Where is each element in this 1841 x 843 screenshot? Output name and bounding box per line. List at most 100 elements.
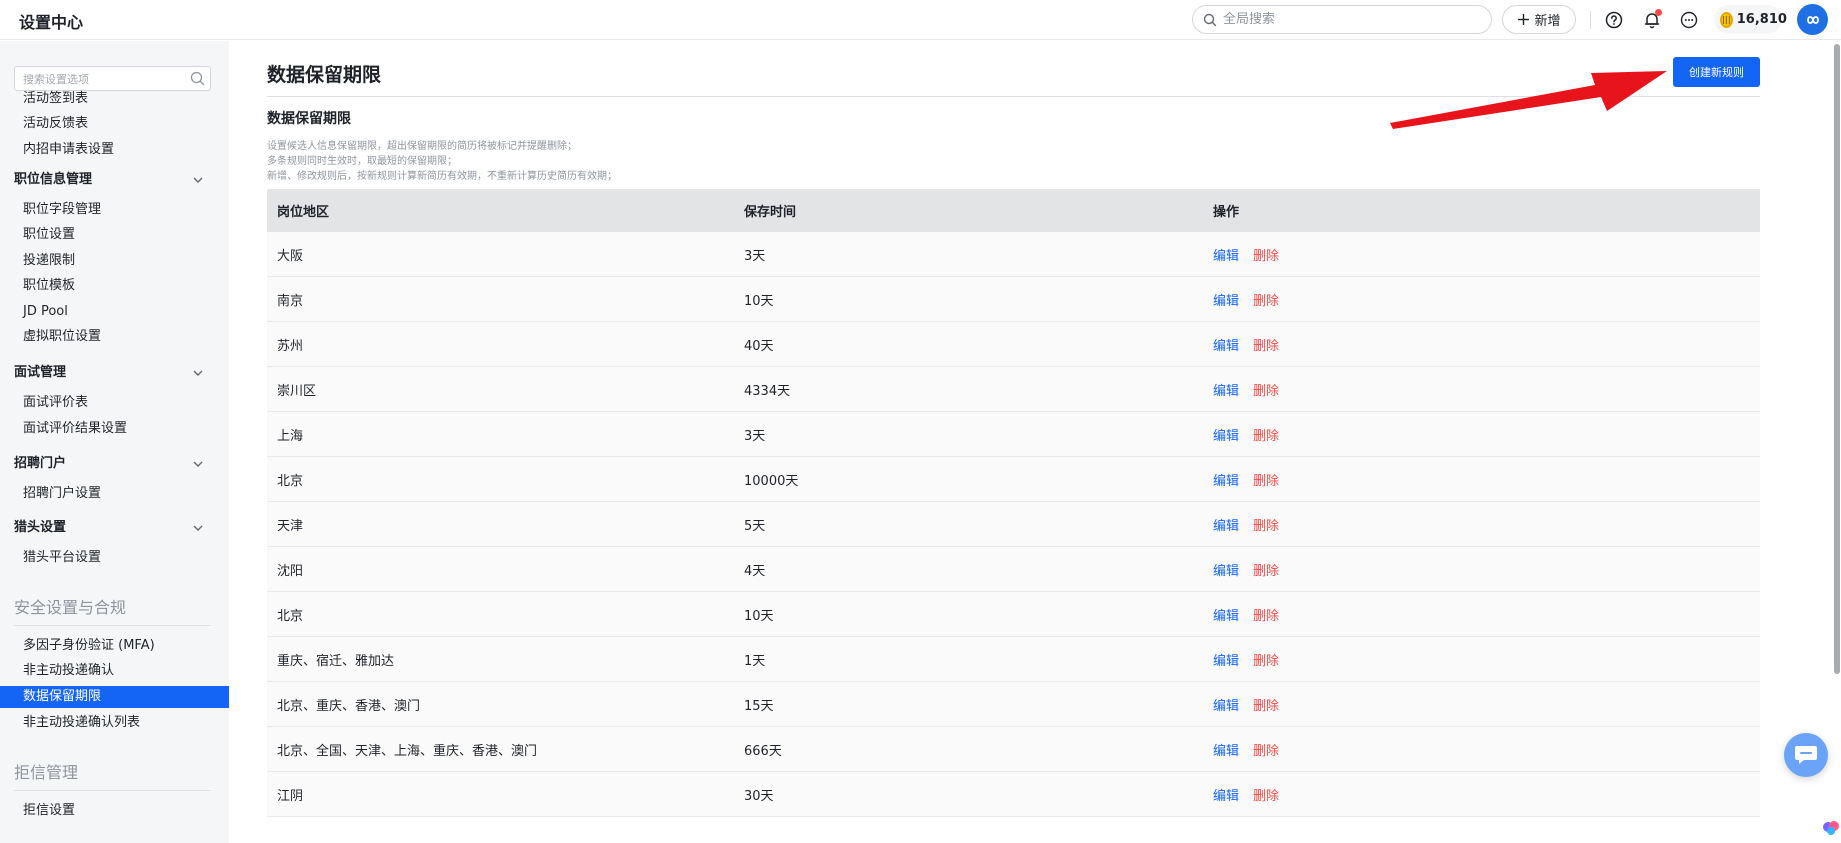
edit-link[interactable]: 编辑: [1213, 245, 1239, 264]
chat-assistant-button[interactable]: [1784, 733, 1828, 777]
sidebar-item-mfa[interactable]: 多因子身份验证 (MFA): [23, 635, 155, 657]
delete-link[interactable]: 删除: [1253, 335, 1279, 354]
cell-duration: 10000天: [744, 473, 799, 489]
cell-region: 北京、重庆、香港、澳门: [277, 698, 421, 714]
cell-actions: 编辑 删除: [1205, 290, 1760, 309]
ai-brain-icon[interactable]: [1822, 818, 1841, 837]
delete-link[interactable]: 删除: [1253, 425, 1279, 444]
delete-link[interactable]: 删除: [1253, 785, 1279, 804]
delete-link[interactable]: 删除: [1253, 605, 1279, 624]
cell-region: 重庆、宿迁、雅加达: [277, 653, 395, 669]
chevron-down-icon: [193, 461, 203, 467]
edit-link[interactable]: 编辑: [1213, 605, 1239, 624]
sidebar-group-headhunter[interactable]: 猎头设置: [14, 517, 204, 539]
sidebar-item-job-template[interactable]: 职位模板: [23, 275, 75, 297]
edit-link[interactable]: 编辑: [1213, 650, 1239, 669]
sidebar-item-job-fields[interactable]: 职位字段管理: [23, 199, 101, 221]
sidebar-item-virtual-job[interactable]: 虚拟职位设置: [23, 326, 101, 348]
sidebar-item-data-retention[interactable]: 数据保留期限: [23, 686, 101, 708]
chat-bubble-icon: [1795, 746, 1817, 764]
edit-link[interactable]: 编辑: [1213, 785, 1239, 804]
edit-link[interactable]: 编辑: [1213, 290, 1239, 309]
cell-duration: 1天: [744, 653, 766, 669]
sidebar-item-apply-limit[interactable]: 投递限制: [23, 250, 75, 272]
delete-link[interactable]: 删除: [1253, 650, 1279, 669]
help-icon[interactable]: [1603, 9, 1625, 31]
delete-link[interactable]: 删除: [1253, 515, 1279, 534]
sidebar-group-interview[interactable]: 面试管理: [14, 362, 204, 384]
sidebar-item-interview-result[interactable]: 面试评价结果设置: [23, 418, 127, 440]
edit-link[interactable]: 编辑: [1213, 425, 1239, 444]
edit-link[interactable]: 编辑: [1213, 560, 1239, 579]
main-content: 数据保留期限 创建新规则 数据保留期限 设置候选人信息保留期限，超出保留期限的简…: [229, 41, 1841, 843]
delete-link[interactable]: 删除: [1253, 740, 1279, 759]
sidebar-section-reject: 拒信管理: [14, 761, 211, 791]
sidebar-group-job-info[interactable]: 职位信息管理: [14, 169, 204, 191]
more-icon[interactable]: [1678, 9, 1700, 31]
delete-link[interactable]: 删除: [1253, 245, 1279, 264]
app-title: 设置中心: [19, 13, 84, 32]
delete-link[interactable]: 删除: [1253, 695, 1279, 714]
global-search[interactable]: [1192, 5, 1492, 34]
sidebar-item-jd-pool[interactable]: JD Pool: [23, 301, 68, 323]
plus-icon: [1518, 14, 1530, 25]
sidebar-group-label: 猎头设置: [14, 520, 67, 535]
cell-actions: 编辑 删除: [1205, 740, 1760, 759]
edit-link[interactable]: 编辑: [1213, 740, 1239, 759]
table-row: 上海 3天 编辑 删除: [267, 412, 1760, 457]
sidebar-item-reject-letter[interactable]: 拒信设置: [23, 800, 75, 822]
edit-link[interactable]: 编辑: [1213, 380, 1239, 399]
edit-link[interactable]: 编辑: [1213, 515, 1239, 534]
header-region: 岗位地区: [277, 205, 330, 220]
coin-balance[interactable]: ||| 16,810: [1714, 5, 1787, 34]
table-header: 岗位地区 保存时间 操作: [267, 189, 1760, 232]
table-row: 沈阳 4天 编辑 删除: [267, 547, 1760, 592]
sidebar-item-headhunter-platform[interactable]: 猎头平台设置: [23, 547, 101, 569]
sidebar-section-security: 安全设置与合规: [14, 596, 211, 626]
sidebar-item-portal-settings[interactable]: 招聘门户设置: [23, 483, 101, 505]
avatar[interactable]: [1797, 4, 1828, 35]
sidebar-group-career-portal[interactable]: 招聘门户: [14, 453, 204, 475]
section-title: 数据保留期限: [267, 111, 351, 127]
cell-actions: 编辑 删除: [1205, 605, 1760, 624]
cell-region: 天津: [277, 518, 304, 534]
sidebar-item-event-feedback[interactable]: 活动反馈表: [23, 113, 88, 135]
scrollbar-thumb[interactable]: [1834, 44, 1840, 674]
delete-link[interactable]: 删除: [1253, 290, 1279, 309]
table-row: 北京、全国、天津、上海、重庆、香港、澳门 666天 编辑 删除: [267, 727, 1760, 772]
cell-duration: 3天: [744, 428, 766, 444]
chevron-down-icon: [193, 177, 203, 183]
sidebar-item-job-settings[interactable]: 职位设置: [23, 224, 75, 246]
search-icon: [1203, 13, 1217, 27]
cell-region: 北京: [277, 473, 304, 489]
cell-region: 江阴: [277, 788, 304, 804]
global-search-input[interactable]: [1223, 9, 1473, 30]
annotation-arrow: [1390, 71, 1667, 129]
create-rule-button[interactable]: 创建新规则: [1673, 57, 1760, 87]
edit-link[interactable]: 编辑: [1213, 470, 1239, 489]
add-new-button[interactable]: 新增: [1502, 5, 1576, 34]
bell-icon[interactable]: [1641, 9, 1663, 31]
sidebar-item-event-signin[interactable]: 活动签到表: [23, 88, 88, 110]
cell-duration: 40天: [744, 338, 774, 354]
cell-duration: 5天: [744, 518, 766, 534]
sidebar-item-interview-form[interactable]: 面试评价表: [23, 392, 88, 414]
delete-link[interactable]: 删除: [1253, 470, 1279, 489]
coin-icon: |||: [1720, 11, 1733, 28]
cell-actions: 编辑 删除: [1205, 335, 1760, 354]
edit-link[interactable]: 编辑: [1213, 695, 1239, 714]
cell-actions: 编辑 删除: [1205, 695, 1760, 714]
header-actions: 操作: [1213, 205, 1240, 220]
table-row: 天津 5天 编辑 删除: [267, 502, 1760, 547]
cell-actions: 编辑 删除: [1205, 470, 1760, 489]
add-new-label: 新增: [1534, 14, 1561, 29]
delete-link[interactable]: 删除: [1253, 560, 1279, 579]
delete-link[interactable]: 删除: [1253, 380, 1279, 399]
table-row: 北京 10天 编辑 删除: [267, 592, 1760, 637]
edit-link[interactable]: 编辑: [1213, 335, 1239, 354]
sidebar-item-passive-apply-list[interactable]: 非主动投递确认列表: [23, 712, 140, 734]
sidebar-search-input[interactable]: [23, 70, 183, 88]
sidebar-item-internal-referral[interactable]: 内招申请表设置: [23, 139, 114, 161]
sidebar-item-passive-apply-confirm[interactable]: 非主动投递确认: [23, 660, 114, 682]
cell-duration: 666天: [744, 743, 782, 759]
